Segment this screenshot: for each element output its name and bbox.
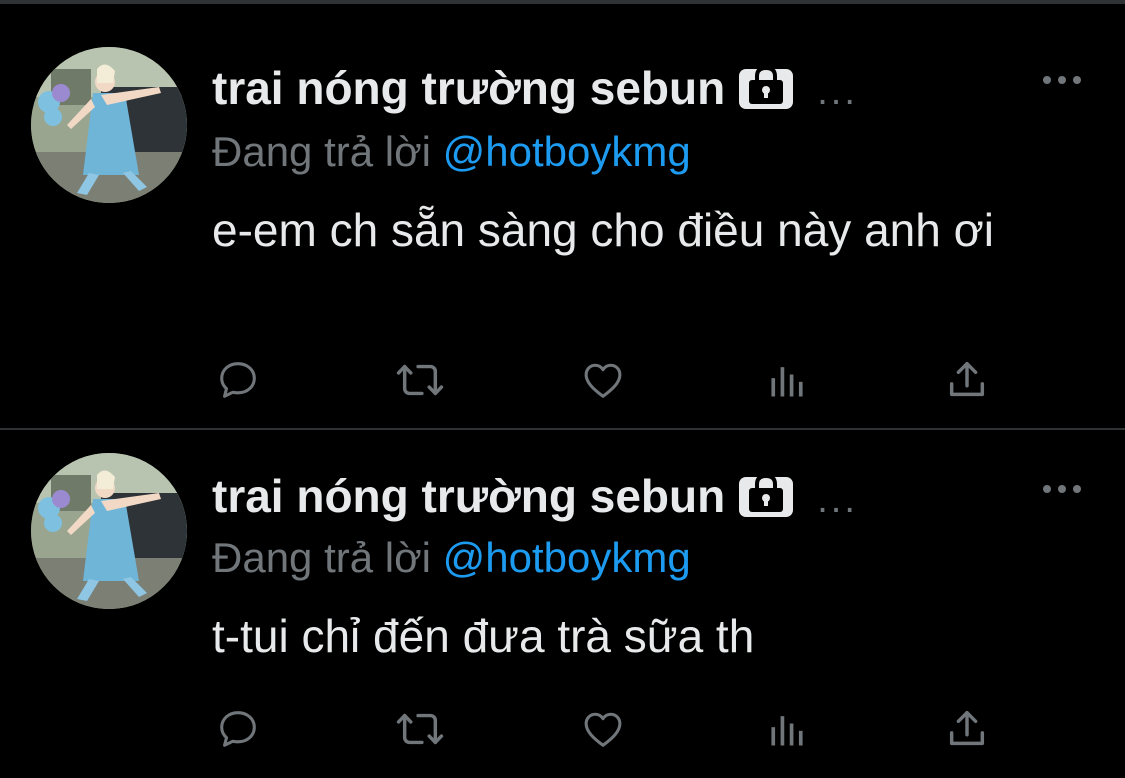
tweet-header: trai nóng trường sebun ... (212, 58, 858, 118)
analytics-icon (771, 716, 803, 746)
replying-to: Đang trả lời @hotboykmg (212, 124, 691, 180)
like-button[interactable] (578, 355, 628, 405)
tweet-actions (0, 355, 1125, 405)
lock-icon (737, 65, 795, 111)
avatar[interactable] (31, 453, 187, 609)
name-ellipsis: ... (817, 478, 858, 521)
avatar[interactable] (31, 47, 187, 203)
reply-icon (220, 711, 256, 747)
tweet-header: trai nóng trường sebun ... (212, 466, 858, 526)
share-button[interactable] (942, 704, 992, 754)
reply-handle-link[interactable]: @hotboykmg (443, 128, 691, 175)
display-name[interactable]: trai nóng trường sebun (212, 469, 725, 523)
like-button[interactable] (578, 704, 628, 754)
analytics-icon (771, 367, 803, 397)
like-icon (584, 712, 622, 747)
retweet-icon (396, 713, 444, 745)
tweet-actions (0, 704, 1125, 754)
tweet-text: e-em ch sẵn sàng cho điều này anh ơi (212, 204, 994, 256)
retweet-button[interactable] (395, 704, 445, 754)
share-icon (949, 361, 985, 397)
analytics-button[interactable] (762, 704, 812, 754)
retweet-button[interactable] (395, 355, 445, 405)
analytics-button[interactable] (762, 355, 812, 405)
share-button[interactable] (942, 355, 992, 405)
more-options-icon[interactable] (1040, 480, 1084, 498)
display-name[interactable]: trai nóng trường sebun (212, 61, 725, 115)
tweet[interactable]: trai nóng trường sebun ... Đang trả lời … (0, 4, 1125, 428)
replying-to: Đang trả lời @hotboykmg (212, 530, 691, 586)
share-icon (949, 710, 985, 746)
replying-to-label: Đang trả lời (212, 128, 431, 175)
like-icon (584, 363, 622, 398)
name-ellipsis: ... (817, 70, 858, 113)
reply-handle-link[interactable]: @hotboykmg (443, 534, 691, 581)
reply-button[interactable] (213, 704, 263, 754)
lock-icon (737, 473, 795, 519)
replying-to-label: Đang trả lời (212, 534, 431, 581)
reply-button[interactable] (213, 355, 263, 405)
retweet-icon (396, 364, 444, 396)
tweet-text: t-tui chỉ đến đưa trà sữa th (212, 610, 755, 662)
tweet[interactable]: trai nóng trường sebun ... Đang trả lời … (0, 430, 1125, 778)
more-options-icon[interactable] (1040, 71, 1084, 89)
reply-icon (220, 362, 256, 398)
